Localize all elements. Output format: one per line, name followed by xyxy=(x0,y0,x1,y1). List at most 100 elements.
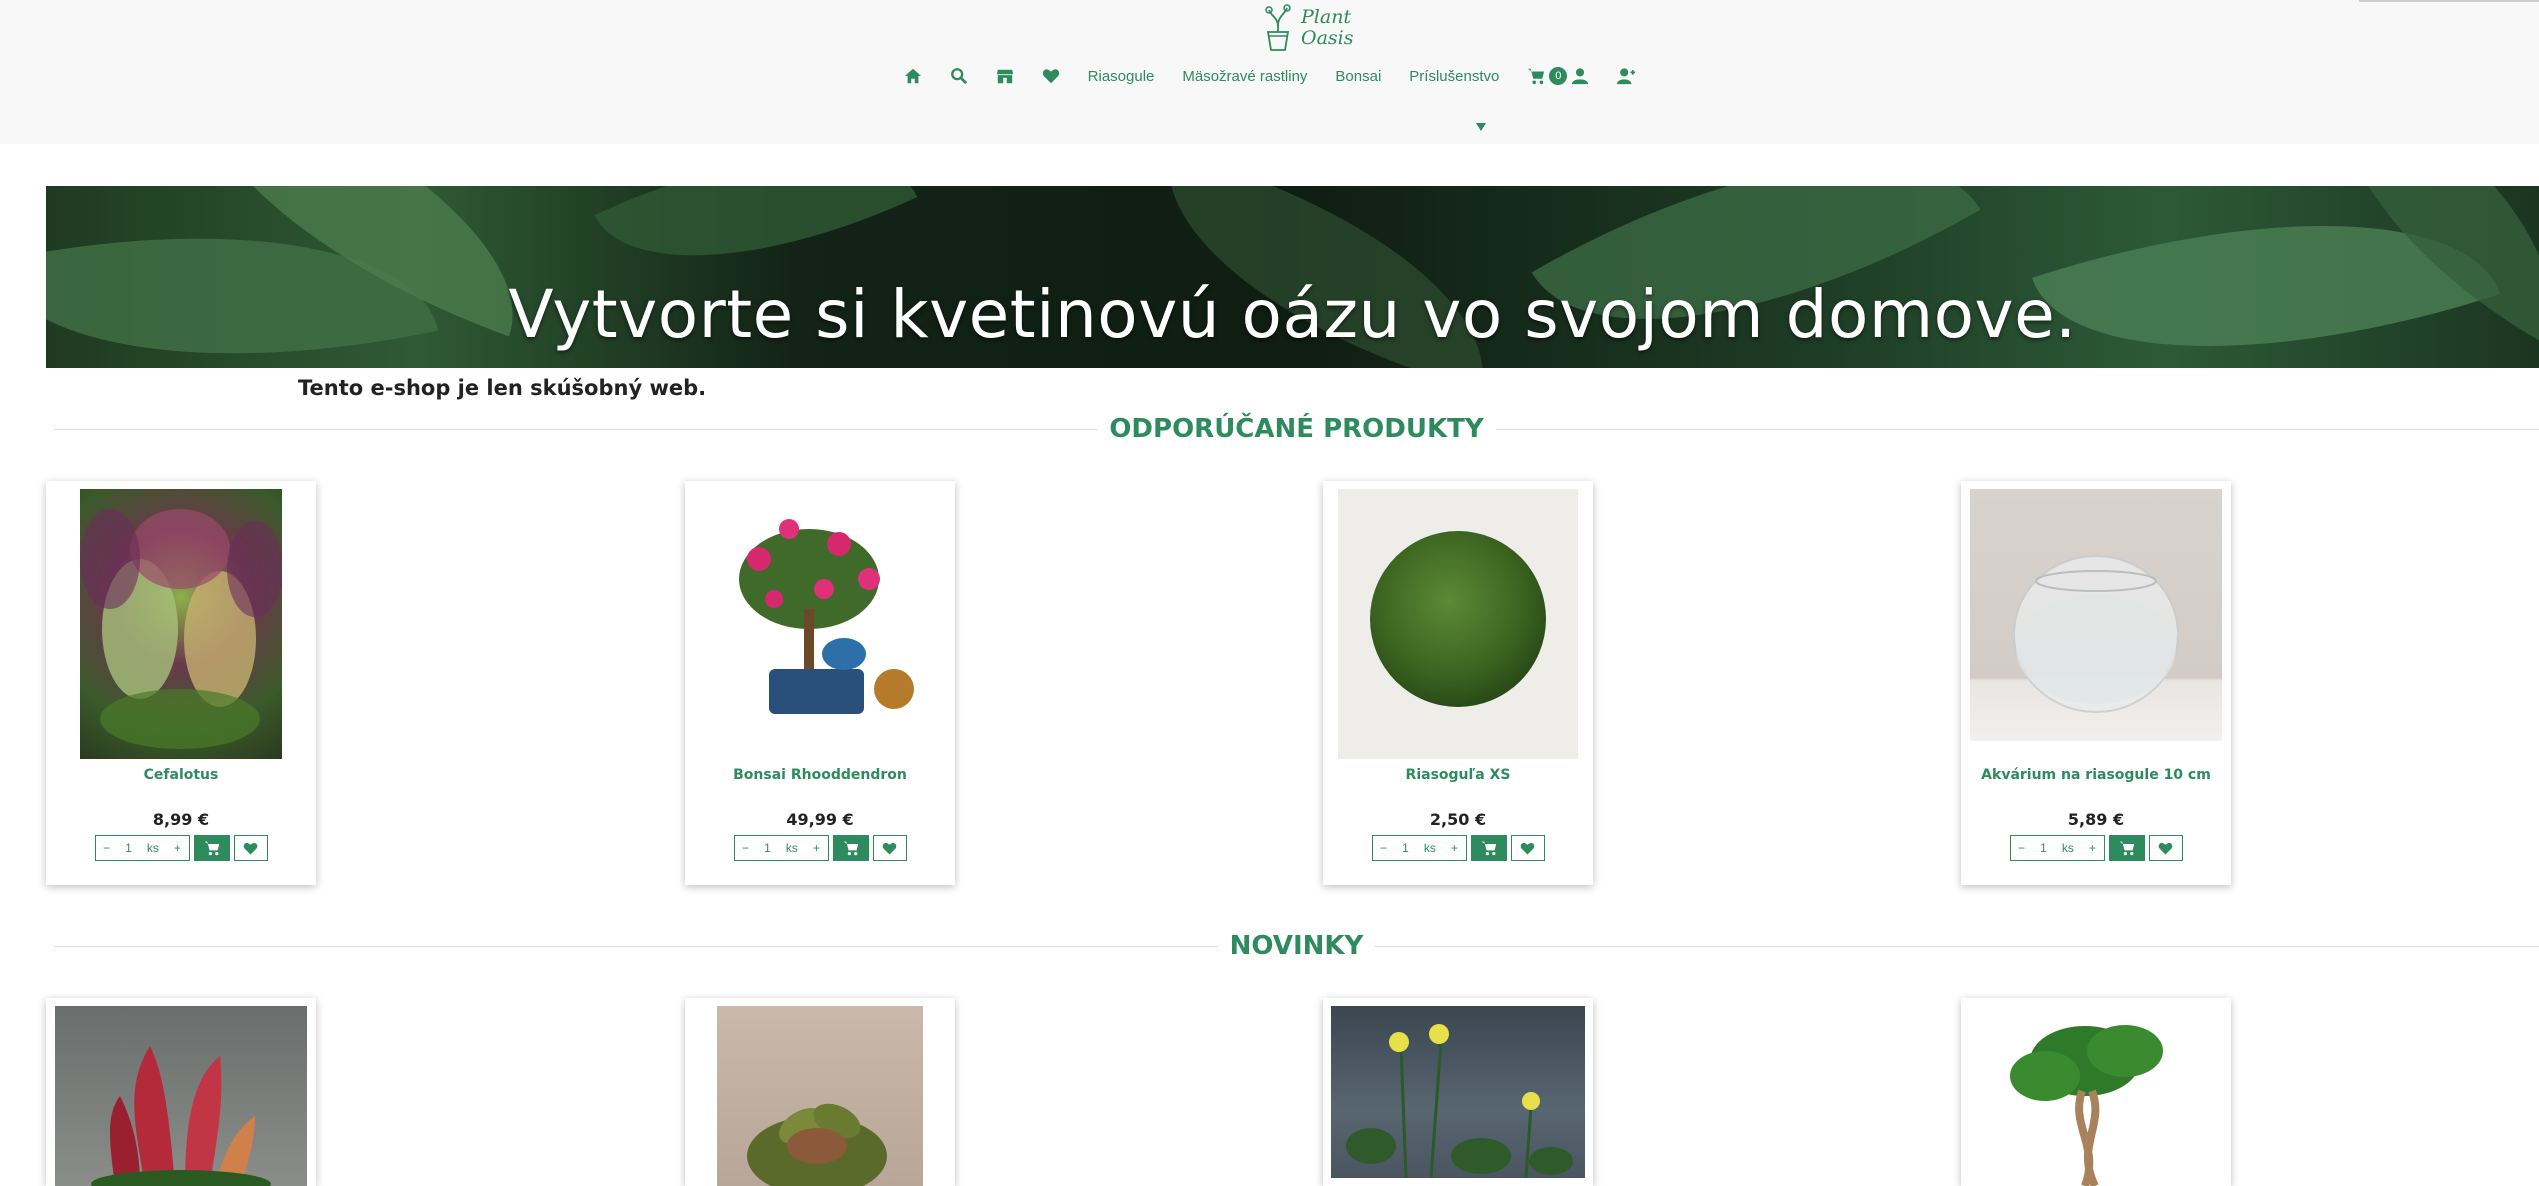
product-image[interactable] xyxy=(719,489,921,749)
decrement-button[interactable]: − xyxy=(2018,841,2025,855)
quantity-value[interactable]: 1 xyxy=(125,841,132,855)
product-card[interactable] xyxy=(1323,998,1593,1186)
add-to-favorites-button[interactable] xyxy=(1510,835,1545,861)
plant-pot-logo-icon xyxy=(1263,4,1293,52)
quantity-stepper[interactable]: − 1 ks + xyxy=(733,835,829,861)
cart-icon xyxy=(843,841,858,856)
nav-masozrave-rastliny[interactable]: Mäsožravé rastliny xyxy=(1182,68,1307,85)
add-to-cart-button[interactable] xyxy=(1470,835,1507,861)
heart-icon xyxy=(2158,842,2173,854)
product-price: 8,99 € xyxy=(152,810,210,829)
quantity-stepper[interactable]: − 1 ks + xyxy=(1371,835,1467,861)
logo-line-1: Plant xyxy=(1301,6,1352,28)
nav-prislusenstvo[interactable]: Príslušenstvo xyxy=(1409,68,1499,85)
quantity-value[interactable]: 1 xyxy=(1402,841,1409,855)
section-divider xyxy=(54,428,1098,430)
nav-store[interactable] xyxy=(996,67,1014,85)
quantity-value[interactable]: 1 xyxy=(764,841,771,855)
product-actions: − 1 ks + xyxy=(46,835,316,861)
product-image[interactable] xyxy=(1970,489,2222,741)
heart-icon xyxy=(882,842,897,854)
product-card[interactable]: Akvárium na riasogule 10 cm 5,89 € − 1 k… xyxy=(1961,481,2231,885)
product-card[interactable] xyxy=(46,998,316,1186)
carnivorous-plant-image xyxy=(91,1046,271,1186)
quantity-unit: ks xyxy=(1423,841,1436,855)
add-to-favorites-button[interactable] xyxy=(2148,835,2183,861)
increment-button[interactable]: + xyxy=(1451,841,1458,855)
product-image[interactable] xyxy=(80,489,282,759)
nav-home[interactable] xyxy=(904,67,922,85)
product-card[interactable]: Cefalotus 8,99 € − 1 ks + xyxy=(46,481,316,885)
main-nav: Riasogule Mäsožravé rastliny Bonsai Prís… xyxy=(0,62,2539,90)
product-card[interactable] xyxy=(1961,998,2231,1186)
nav-riasogule[interactable]: Riasogule xyxy=(1088,68,1155,85)
featured-section-header: ODPORÚČANÉ PRODUKTY xyxy=(54,409,2539,449)
heart-icon xyxy=(243,842,258,854)
quantity-value[interactable]: 1 xyxy=(2040,841,2047,855)
add-to-cart-button[interactable] xyxy=(832,835,869,861)
logo-text: Plant Oasis xyxy=(1301,7,1353,49)
braided-tree-image xyxy=(2010,1025,2163,1186)
nav-search[interactable] xyxy=(950,67,968,85)
product-name[interactable]: Akvárium na riasogule 10 cm xyxy=(1961,767,2231,783)
glass-bowl-image xyxy=(2013,555,2179,713)
add-to-favorites-button[interactable] xyxy=(233,835,268,861)
test-site-notice: Tento e-shop je len skúšobný web. xyxy=(298,376,707,400)
cart-icon xyxy=(1481,841,1496,856)
product-image[interactable] xyxy=(55,1006,307,1186)
increment-button[interactable]: + xyxy=(174,841,181,855)
news-section-title: NOVINKY xyxy=(1229,931,1364,961)
logo-line-2: Oasis xyxy=(1301,27,1354,49)
news-section-header: NOVINKY xyxy=(54,926,2539,966)
hero-banner: Vytvorte si kvetinovú oázu vo svojom dom… xyxy=(46,186,2539,368)
cart-icon xyxy=(1527,67,1545,85)
product-name[interactable]: Bonsai Rhooddendron xyxy=(685,767,955,783)
add-to-favorites-button[interactable] xyxy=(872,835,907,861)
add-to-cart-button[interactable] xyxy=(2108,835,2145,861)
pitcher-plant-image xyxy=(80,509,282,749)
bladderwort-image xyxy=(1346,1024,1573,1178)
site-logo[interactable]: Plant Oasis xyxy=(1263,2,1353,54)
chevron-down-icon[interactable] xyxy=(1476,116,1486,131)
increment-button[interactable]: + xyxy=(813,841,820,855)
product-card[interactable] xyxy=(685,998,955,1186)
decrement-button[interactable]: − xyxy=(1380,841,1387,855)
store-icon xyxy=(996,67,1014,85)
section-divider xyxy=(1375,945,2539,947)
product-card[interactable]: Bonsai Rhooddendron 49,99 € − 1 ks + xyxy=(685,481,955,885)
product-card[interactable]: Riasoguľa XS 2,50 € − 1 ks + xyxy=(1323,481,1593,885)
quantity-stepper[interactable]: − 1 ks + xyxy=(2009,835,2105,861)
decrement-button[interactable]: − xyxy=(742,841,749,855)
cart-count-badge: 0 xyxy=(1549,67,1568,85)
product-name[interactable]: Cefalotus xyxy=(46,767,316,783)
nav-cart[interactable]: 0 xyxy=(1527,67,1589,85)
nav-favorites[interactable] xyxy=(1042,67,1060,85)
user-plus-icon xyxy=(1617,67,1636,85)
section-divider xyxy=(54,945,1218,947)
product-image[interactable] xyxy=(717,1006,923,1186)
product-image[interactable] xyxy=(1338,489,1578,759)
home-icon xyxy=(904,67,922,85)
featured-section-title: ODPORÚČANÉ PRODUKTY xyxy=(1109,414,1484,444)
product-image[interactable] xyxy=(1970,1006,2222,1186)
top-accent-line xyxy=(2359,0,2539,2)
add-to-cart-button[interactable] xyxy=(193,835,230,861)
decrement-button[interactable]: − xyxy=(103,841,110,855)
product-price: 2,50 € xyxy=(1429,810,1487,829)
nav-register[interactable] xyxy=(1617,67,1636,85)
heart-icon xyxy=(1042,67,1060,85)
user-icon[interactable] xyxy=(1571,67,1589,85)
product-price: 49,99 € xyxy=(786,810,854,829)
product-actions: − 1 ks + xyxy=(1323,835,1593,861)
product-image[interactable] xyxy=(1331,1006,1585,1178)
product-actions: − 1 ks + xyxy=(1961,835,2231,861)
product-price: 5,89 € xyxy=(2067,810,2125,829)
increment-button[interactable]: + xyxy=(2089,841,2096,855)
product-name[interactable]: Riasoguľa XS xyxy=(1323,767,1593,783)
hero-title: Vytvorte si kvetinovú oázu vo svojom dom… xyxy=(508,276,2077,353)
cart-icon xyxy=(2119,841,2134,856)
bonsai-image xyxy=(739,519,914,714)
quantity-stepper[interactable]: − 1 ks + xyxy=(94,835,190,861)
nav-bonsai[interactable]: Bonsai xyxy=(1335,68,1381,85)
heart-icon xyxy=(1520,842,1535,854)
